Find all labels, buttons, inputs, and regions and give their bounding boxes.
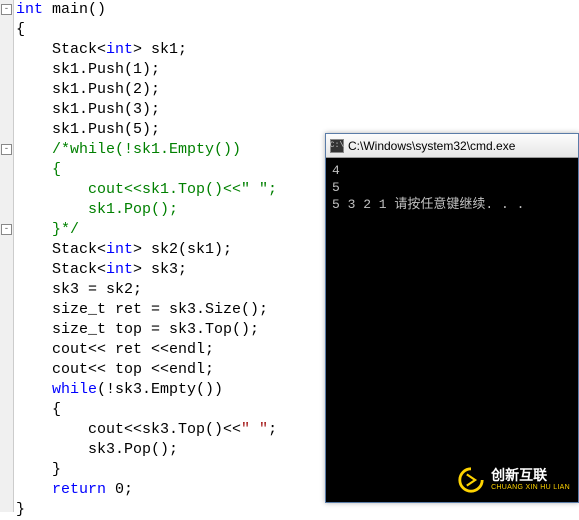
code-line[interactable]: size_t top = sk3.Top();: [16, 320, 277, 340]
fold-toggle[interactable]: -: [1, 144, 12, 155]
code-line[interactable]: cout<< ret <<endl;: [16, 340, 277, 360]
fold-toggle[interactable]: -: [1, 4, 12, 15]
fold-toggle[interactable]: -: [1, 224, 12, 235]
code-line[interactable]: Stack<int> sk3;: [16, 260, 277, 280]
code-line[interactable]: }*/: [16, 220, 277, 240]
code-line[interactable]: {: [16, 20, 277, 40]
code-line[interactable]: }: [16, 460, 277, 480]
code-line[interactable]: sk3.Pop();: [16, 440, 277, 460]
console-output: 4 5 5 3 2 1 请按任意键继续. . .: [326, 158, 578, 217]
code-line[interactable]: while(!sk3.Empty()): [16, 380, 277, 400]
code-content[interactable]: int main(){ Stack<int> sk1; sk1.Push(1);…: [16, 0, 277, 520]
watermark-text-zh: 创新互联: [491, 468, 570, 483]
console-window: C:\ C:\Windows\system32\cmd.exe 4 5 5 3 …: [325, 133, 579, 503]
code-line[interactable]: {: [16, 160, 277, 180]
code-line[interactable]: Stack<int> sk1;: [16, 40, 277, 60]
code-line[interactable]: sk1.Push(5);: [16, 120, 277, 140]
code-line[interactable]: sk1.Push(3);: [16, 100, 277, 120]
code-line[interactable]: return 0;: [16, 480, 277, 500]
code-line[interactable]: cout<< top <<endl;: [16, 360, 277, 380]
console-titlebar[interactable]: C:\ C:\Windows\system32\cmd.exe: [326, 134, 578, 158]
watermark-logo: 创新互联 CHUANG XIN HU LIAN: [457, 466, 570, 494]
code-line[interactable]: Stack<int> sk2(sk1);: [16, 240, 277, 260]
console-title: C:\Windows\system32\cmd.exe: [348, 139, 515, 153]
code-line[interactable]: sk1.Pop();: [16, 200, 277, 220]
fold-gutter: - - -: [0, 0, 14, 512]
code-line[interactable]: size_t ret = sk3.Size();: [16, 300, 277, 320]
code-line[interactable]: sk1.Push(1);: [16, 60, 277, 80]
code-line[interactable]: int main(): [16, 0, 277, 20]
code-line[interactable]: sk3 = sk2;: [16, 280, 277, 300]
console-icon: C:\: [330, 139, 344, 153]
logo-icon: [457, 466, 485, 494]
code-line[interactable]: cout<<sk3.Top()<<" ";: [16, 420, 277, 440]
code-line[interactable]: }: [16, 500, 277, 520]
watermark-text-en: CHUANG XIN HU LIAN: [491, 484, 570, 492]
code-line[interactable]: /*while(!sk1.Empty()): [16, 140, 277, 160]
code-line[interactable]: {: [16, 400, 277, 420]
code-line[interactable]: cout<<sk1.Top()<<" ";: [16, 180, 277, 200]
code-line[interactable]: sk1.Push(2);: [16, 80, 277, 100]
